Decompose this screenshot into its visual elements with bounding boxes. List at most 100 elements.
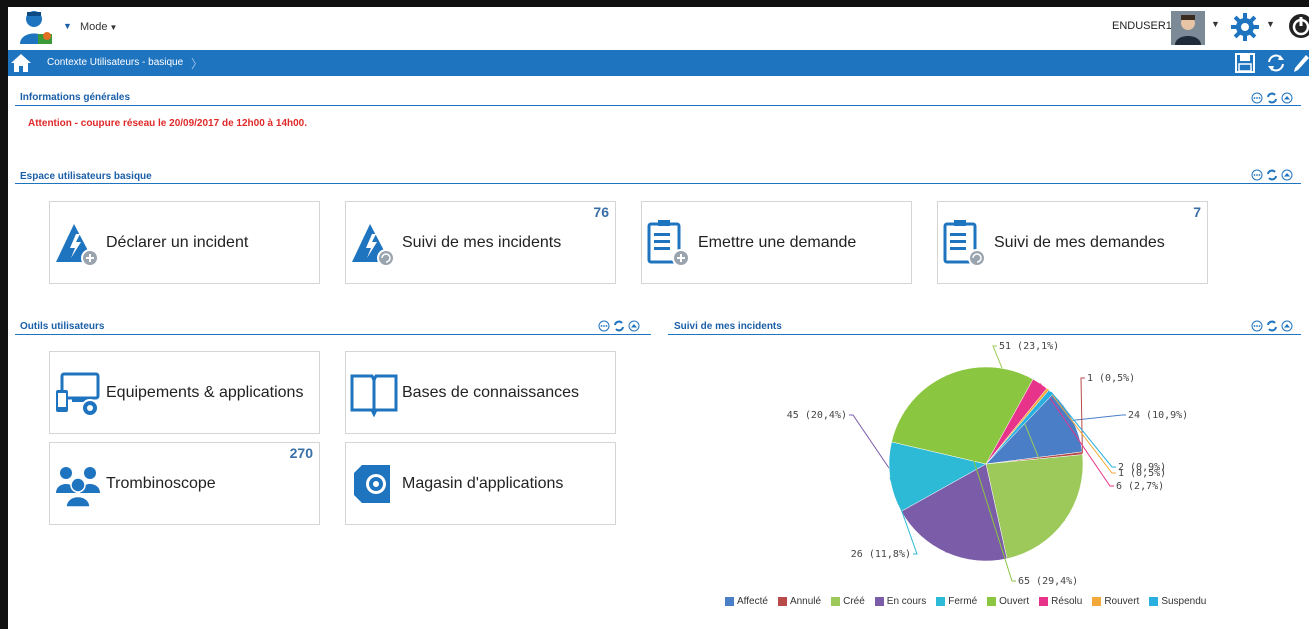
legend-item-suspendu[interactable]: Suspendu bbox=[1149, 596, 1206, 607]
tile-label: Equipements & applications bbox=[106, 384, 304, 401]
devices-icon bbox=[56, 372, 100, 417]
legend-label: En cours bbox=[886, 596, 927, 607]
legend-label: Rouvert bbox=[1104, 596, 1140, 607]
tile-equipment[interactable]: Equipements & applications bbox=[49, 351, 320, 434]
tile-knowledge-base[interactable]: Bases de connaissances bbox=[345, 351, 616, 434]
alert-message: Attention - coupure réseau le 20/09/2017… bbox=[28, 118, 308, 129]
tile-create-request[interactable]: Emettre une demande bbox=[641, 201, 912, 284]
legend-swatch bbox=[874, 597, 884, 606]
tile-track-requests[interactable]: Suivi de mes demandes 7 bbox=[937, 201, 1208, 284]
section-controls-incidents bbox=[1251, 319, 1293, 332]
tile-label: Suivi de mes incidents bbox=[402, 234, 562, 251]
breadcrumb[interactable]: Contexte Utilisateurs - basique bbox=[47, 57, 183, 68]
user-menu-caret-icon[interactable]: ▼ bbox=[1211, 19, 1220, 29]
collapse-icon[interactable] bbox=[1281, 91, 1293, 104]
tile-label: Trombinoscope bbox=[106, 475, 216, 492]
navigation-bar: Contexte Utilisateurs - basique 〉 bbox=[8, 50, 1309, 76]
legend-item-rouvert[interactable]: Rouvert bbox=[1092, 596, 1139, 607]
section-title-tools: Outils utilisateurs bbox=[20, 321, 105, 332]
tile-label: Magasin d'applications bbox=[402, 475, 564, 492]
tile-trombinoscope[interactable]: Trombinoscope 270 bbox=[49, 442, 320, 525]
edit-icon[interactable] bbox=[1293, 53, 1309, 73]
pie-data-label: 26 (11,8%) bbox=[851, 549, 911, 560]
tile-label: Déclarer un incident bbox=[106, 234, 249, 251]
tile-label: Bases de connaissances bbox=[402, 384, 579, 401]
tile-declare-incident[interactable]: Déclarer un incident bbox=[49, 201, 320, 284]
more-options-icon[interactable] bbox=[598, 319, 610, 332]
pie-label-connector bbox=[1080, 377, 1085, 454]
window-frame-top bbox=[0, 0, 1309, 7]
mode-menu[interactable]: Mode ▼ bbox=[80, 21, 117, 33]
legend-label: Créé bbox=[843, 596, 865, 607]
book-icon bbox=[350, 374, 398, 418]
refresh-section-icon[interactable] bbox=[1266, 168, 1278, 181]
pie-data-label: 65 (29,4%) bbox=[1018, 576, 1078, 587]
logo-menu-caret-icon[interactable]: ▼ bbox=[63, 21, 72, 31]
window-frame-left bbox=[0, 0, 8, 629]
pie-label-connector bbox=[1072, 414, 1126, 421]
incidents-pie-chart: 24 (10,9%) 1 (0,5%) 51 (23,1%) 45 (20,4%) 26… bbox=[787, 341, 1188, 587]
incident-track-icon bbox=[352, 224, 395, 267]
section-divider bbox=[15, 105, 1301, 106]
tile-label: Emettre une demande bbox=[698, 234, 857, 251]
more-options-icon[interactable] bbox=[1251, 91, 1263, 104]
refresh-icon[interactable] bbox=[1265, 53, 1287, 73]
breadcrumb-separator-icon: 〉 bbox=[191, 57, 204, 71]
user-photo-icon bbox=[1171, 11, 1205, 45]
tile-count: 7 bbox=[1193, 204, 1201, 220]
more-options-icon[interactable] bbox=[1251, 168, 1263, 181]
legend-item-fermé[interactable]: Fermé bbox=[936, 596, 977, 607]
power-icon[interactable] bbox=[1288, 13, 1309, 39]
mode-label: Mode bbox=[80, 21, 108, 33]
section-divider bbox=[15, 183, 1301, 184]
legend-swatch bbox=[987, 597, 997, 606]
legend-item-créé[interactable]: Créé bbox=[831, 596, 865, 607]
legend-swatch bbox=[831, 597, 841, 606]
legend-item-annulé[interactable]: Annulé bbox=[777, 596, 821, 607]
collapse-icon[interactable] bbox=[1281, 168, 1293, 181]
app-store-icon bbox=[354, 465, 390, 503]
username-label[interactable]: ENDUSER1 bbox=[1112, 20, 1172, 32]
legend-item-affecté[interactable]: Affecté bbox=[725, 596, 768, 607]
legend-item-résolu[interactable]: Résolu bbox=[1039, 596, 1082, 607]
refresh-section-icon[interactable] bbox=[1266, 91, 1278, 104]
gear-icon[interactable] bbox=[1230, 12, 1260, 42]
collapse-icon[interactable] bbox=[1281, 319, 1293, 332]
legend-swatch bbox=[777, 597, 787, 606]
more-options-icon[interactable] bbox=[1251, 319, 1263, 332]
pie-data-label: 51 (23,1%) bbox=[999, 341, 1059, 352]
pie-data-label: 1 (0,5%) bbox=[1087, 373, 1135, 384]
people-icon bbox=[56, 467, 100, 508]
refresh-section-icon[interactable] bbox=[1266, 319, 1278, 332]
legend-label: Ouvert bbox=[999, 596, 1030, 607]
legend-label: Fermé bbox=[948, 596, 978, 607]
tile-track-incidents[interactable]: Suivi de mes incidents 76 bbox=[345, 201, 616, 284]
legend-swatch bbox=[1149, 597, 1159, 606]
home-icon[interactable] bbox=[10, 52, 32, 74]
section-title-general: Informations générales bbox=[20, 92, 131, 103]
collapse-icon[interactable] bbox=[628, 319, 640, 332]
pie-data-label: 2 (0,9%) bbox=[1118, 462, 1166, 473]
section-divider bbox=[668, 334, 1301, 335]
legend-swatch bbox=[936, 597, 946, 606]
chart-legend: Affecté Annulé Créé En cours Fermé Ouvert Réso… bbox=[725, 596, 1206, 607]
pie-data-label: 45 (20,4%) bbox=[787, 410, 847, 421]
tile-count: 270 bbox=[289, 445, 313, 461]
refresh-section-icon[interactable] bbox=[613, 319, 625, 332]
section-controls-tools bbox=[598, 319, 640, 332]
app-logo-icon[interactable] bbox=[16, 10, 58, 46]
legend-item-en-cours[interactable]: En cours bbox=[874, 596, 927, 607]
tile-count: 76 bbox=[593, 204, 609, 220]
request-track-icon bbox=[943, 220, 986, 267]
tile-app-store[interactable]: Magasin d'applications bbox=[345, 442, 616, 525]
section-controls-space bbox=[1251, 168, 1293, 181]
save-icon[interactable] bbox=[1235, 53, 1255, 73]
top-header: ▼ Mode ▼ ENDUSER1 ▼ ▼ bbox=[8, 7, 1309, 50]
tile-label: Suivi de mes demandes bbox=[994, 234, 1165, 251]
settings-caret-icon[interactable]: ▼ bbox=[1266, 19, 1275, 29]
legend-item-ouvert[interactable]: Ouvert bbox=[987, 596, 1029, 607]
request-add-icon bbox=[647, 220, 690, 267]
section-title-space: Espace utilisateurs basique bbox=[20, 171, 152, 182]
legend-swatch bbox=[725, 597, 734, 606]
avatar[interactable] bbox=[1171, 11, 1205, 45]
